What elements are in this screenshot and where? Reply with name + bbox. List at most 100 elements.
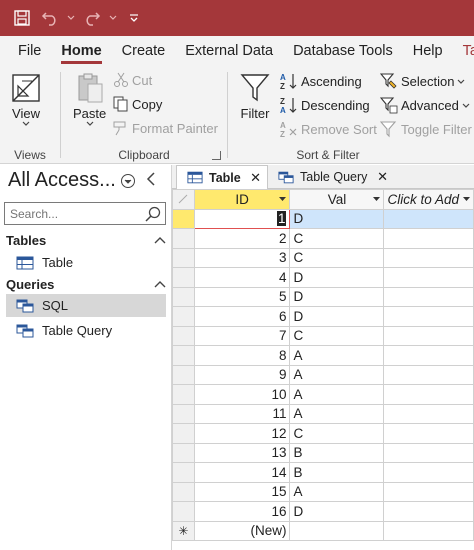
cell-empty[interactable] <box>383 520 474 541</box>
column-dropdown-icon[interactable] <box>279 197 287 202</box>
cell-id[interactable]: 10 <box>193 384 291 405</box>
record-selector[interactable] <box>172 208 195 229</box>
table-row[interactable]: 4D <box>172 267 474 288</box>
select-all-corner[interactable] <box>172 189 195 210</box>
column-header-val[interactable]: Val <box>289 189 385 210</box>
new-record-row[interactable]: ✳ (New) <box>172 520 474 541</box>
tab-home[interactable]: Home <box>51 36 111 66</box>
record-selector[interactable] <box>172 481 195 502</box>
cell-val[interactable]: D <box>289 306 385 327</box>
doc-tab-table[interactable]: Table ✕ <box>176 165 268 189</box>
selection-button[interactable]: Selection <box>380 72 465 90</box>
nav-item-table[interactable]: Table <box>6 251 166 274</box>
record-selector[interactable] <box>172 267 195 288</box>
cell-val[interactable]: D <box>289 501 385 522</box>
cell-val[interactable]: D <box>289 208 385 229</box>
record-selector[interactable] <box>172 403 195 424</box>
advanced-button[interactable]: Advanced <box>380 96 470 114</box>
view-button[interactable]: View <box>10 72 42 126</box>
cell-empty[interactable] <box>383 403 474 424</box>
cell-id[interactable]: 3 <box>193 247 291 268</box>
shutter-bar-close-icon[interactable] <box>146 172 156 191</box>
record-selector[interactable] <box>172 247 195 268</box>
cell-empty[interactable] <box>383 384 474 405</box>
cell-empty[interactable] <box>383 442 474 463</box>
cell-id[interactable]: 16 <box>193 501 291 522</box>
tab-help[interactable]: Help <box>403 36 453 66</box>
cell-empty[interactable] <box>383 481 474 502</box>
queries-section-header[interactable]: Queries <box>6 274 166 294</box>
cell-id[interactable]: 1 <box>193 208 291 229</box>
column-header-id[interactable]: ID <box>193 189 291 210</box>
undo-icon[interactable] <box>38 6 62 30</box>
record-selector[interactable] <box>172 345 195 366</box>
ascending-button[interactable]: AZ Ascending <box>280 72 362 90</box>
cell-val-new[interactable] <box>289 520 385 541</box>
column-header-click-to-add[interactable]: Click to Add <box>383 189 474 210</box>
table-row[interactable]: 14 B <box>172 462 474 483</box>
close-icon[interactable]: ✕ <box>377 169 388 185</box>
record-selector[interactable] <box>172 228 195 249</box>
customize-toolbar-icon[interactable] <box>122 6 146 30</box>
nav-pane-title[interactable]: All Access... <box>8 169 116 192</box>
tab-file[interactable]: File <box>8 36 51 66</box>
redo-icon[interactable] <box>80 6 104 30</box>
toggle-filter-button[interactable]: Toggle Filter <box>380 120 472 138</box>
cell-id[interactable]: 2 <box>193 228 291 249</box>
record-selector[interactable] <box>172 325 195 346</box>
tab-create[interactable]: Create <box>112 36 176 66</box>
table-row[interactable]: 15 A <box>172 481 474 502</box>
table-row[interactable]: 7C <box>172 325 474 346</box>
cell-id[interactable]: 6 <box>193 306 291 327</box>
table-row[interactable]: 5D <box>172 286 474 307</box>
cell-val[interactable]: A <box>289 364 385 385</box>
table-row[interactable]: 10 A <box>172 384 474 405</box>
copy-button[interactable]: Copy <box>113 96 162 112</box>
search-icon[interactable] <box>145 206 161 225</box>
cell-id[interactable]: 8 <box>193 345 291 366</box>
doc-tab-table-query[interactable]: Table Query ✕ <box>268 165 394 189</box>
nav-item-table-query[interactable]: Table Query <box>6 319 166 342</box>
paste-button[interactable]: Paste <box>73 72 106 126</box>
cell-id[interactable]: 15 <box>193 481 291 502</box>
cell-id[interactable]: 7 <box>193 325 291 346</box>
table-row[interactable]: 11 A <box>172 403 474 424</box>
nav-menu-dropdown-icon[interactable] <box>121 174 135 188</box>
cell-empty[interactable] <box>383 286 474 307</box>
cell-id[interactable]: 5 <box>193 286 291 307</box>
cell-empty[interactable] <box>383 247 474 268</box>
filter-button[interactable]: Filter <box>240 72 270 121</box>
record-selector[interactable] <box>172 286 195 307</box>
cell-id[interactable]: 9 <box>193 364 291 385</box>
record-selector[interactable] <box>172 423 195 444</box>
cell-id[interactable]: 13 <box>193 442 291 463</box>
record-selector[interactable] <box>172 442 195 463</box>
table-row[interactable]: 1D <box>172 208 474 229</box>
cell-id[interactable]: 12 <box>193 423 291 444</box>
remove-sort-button[interactable]: AZ Remove Sort <box>280 120 377 138</box>
table-row[interactable]: 2C <box>172 228 474 249</box>
tables-section-header[interactable]: Tables <box>6 230 166 250</box>
clipboard-launcher-icon[interactable] <box>212 151 221 160</box>
redo-dropdown-icon[interactable] <box>108 6 118 30</box>
table-row[interactable]: 13 B <box>172 442 474 463</box>
cell-empty[interactable] <box>383 267 474 288</box>
cell-empty[interactable] <box>383 325 474 346</box>
cell-empty[interactable] <box>383 345 474 366</box>
format-painter-button[interactable]: Format Painter <box>113 120 218 136</box>
cell-id[interactable]: 4 <box>193 267 291 288</box>
record-selector[interactable] <box>172 364 195 385</box>
cell-val[interactable]: B <box>289 462 385 483</box>
cell-val[interactable]: C <box>289 325 385 346</box>
cell-val[interactable]: A <box>289 384 385 405</box>
cell-empty[interactable] <box>383 364 474 385</box>
cell-val[interactable]: C <box>289 228 385 249</box>
cell-id-new[interactable]: (New) <box>193 520 291 541</box>
save-icon[interactable] <box>10 6 34 30</box>
close-icon[interactable]: ✕ <box>250 170 261 186</box>
cell-val[interactable]: A <box>289 345 385 366</box>
descending-button[interactable]: ZA Descending <box>280 96 370 114</box>
cell-val[interactable]: D <box>289 267 385 288</box>
cell-val[interactable]: C <box>289 423 385 444</box>
cell-empty[interactable] <box>383 208 474 229</box>
